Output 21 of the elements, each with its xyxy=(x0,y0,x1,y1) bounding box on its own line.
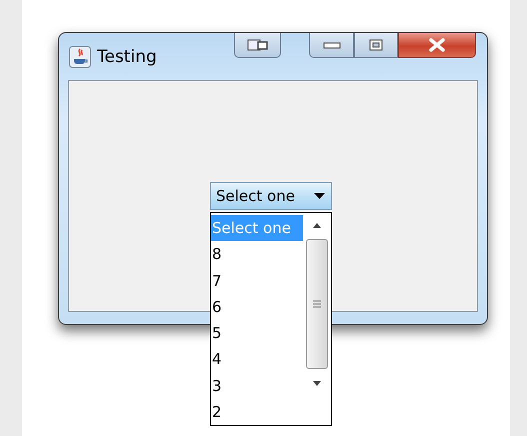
dropdown-item[interactable]: 3 xyxy=(211,372,303,399)
minimize-button[interactable] xyxy=(309,33,354,58)
window-pair-icon xyxy=(246,39,268,51)
maximize-icon xyxy=(369,39,383,51)
dropdown-item[interactable]: 6 xyxy=(211,294,303,320)
dropdown-item[interactable]: 5 xyxy=(211,320,303,346)
caret-icon xyxy=(314,193,325,199)
dropdown-item[interactable]: 8 xyxy=(211,241,303,268)
dropdown-item[interactable]: 2 xyxy=(211,398,303,425)
maximize-button[interactable] xyxy=(354,33,398,58)
close-icon xyxy=(428,38,446,52)
close-button[interactable] xyxy=(398,33,476,58)
grip-icon xyxy=(313,300,321,308)
dropdown-item[interactable]: 7 xyxy=(211,268,303,294)
combo-box[interactable]: Select one xyxy=(210,182,332,210)
window-title: Testing xyxy=(97,47,157,67)
scrollbar-thumb[interactable] xyxy=(306,239,328,369)
minimize-icon xyxy=(322,41,340,49)
snap-button[interactable] xyxy=(234,33,281,58)
dropdown-item[interactable]: 4 xyxy=(211,346,303,372)
coffee-cup-icon xyxy=(69,46,91,68)
